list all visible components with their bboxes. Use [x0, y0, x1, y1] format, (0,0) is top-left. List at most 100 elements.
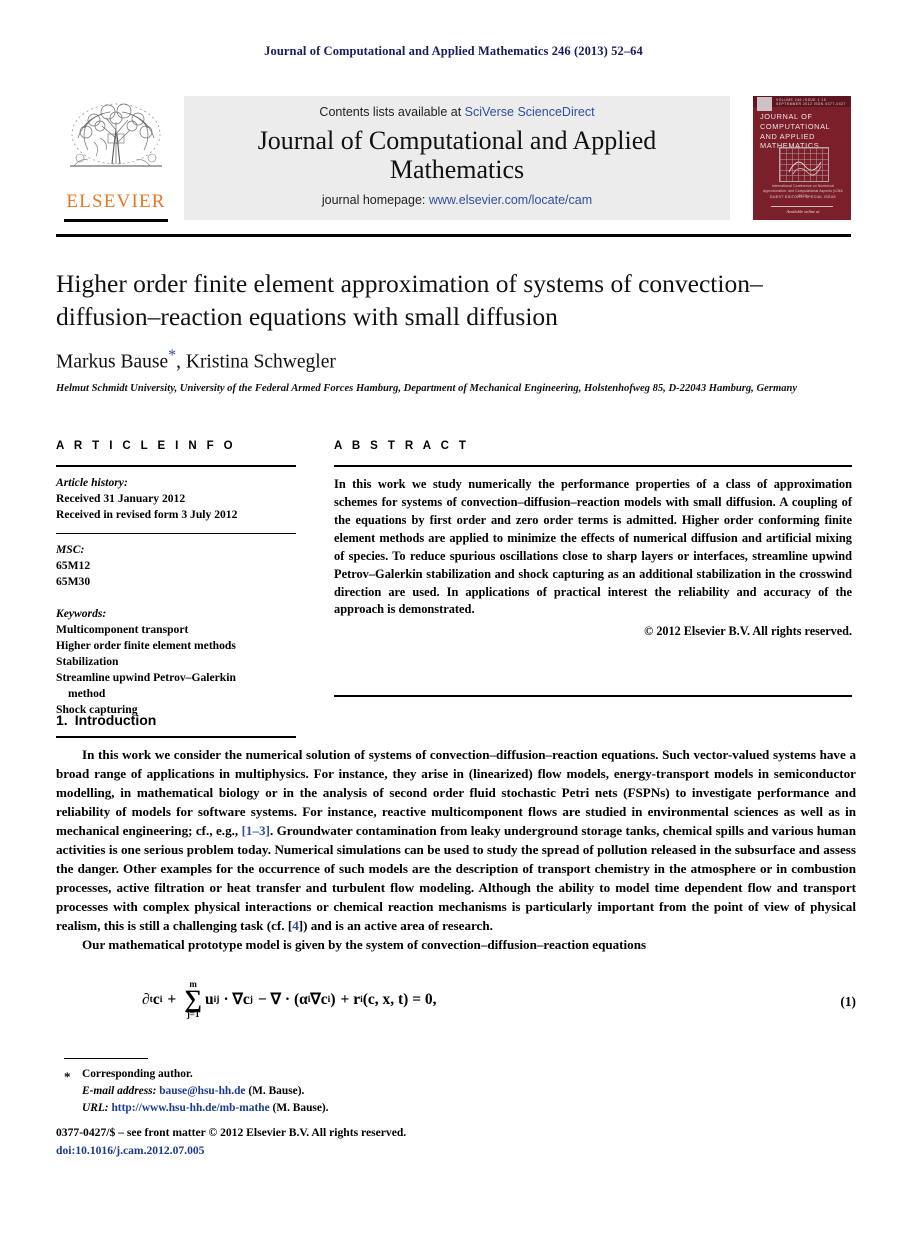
contents-prefix: Contents lists available at — [319, 105, 465, 119]
title-block: Higher order finite element approximatio… — [56, 268, 856, 396]
keyword-item: Multicomponent transport — [56, 623, 189, 637]
footnote-email-line: E-mail address: bause@hsu-hh.de (M. Baus… — [82, 1083, 564, 1100]
paragraph-1-part-c: ]) and is an active area of research. — [298, 918, 493, 934]
eq-summation: m ∑ j=1 — [184, 980, 202, 1019]
keyword-item: Higher order finite element methods — [56, 639, 236, 653]
abstract-text: In this work we study numerically the pe… — [334, 476, 852, 617]
running-head: Journal of Computational and Applied Mat… — [264, 44, 643, 58]
article-info-heading: A R T I C L E I N F O — [56, 440, 237, 452]
msc-code-1: 65M12 — [56, 559, 91, 573]
paragraph-1: In this work we consider the numerical s… — [56, 745, 856, 935]
footnote-url-line: URL: http://www.hsu-hh.de/mb-mathe (M. B… — [82, 1100, 564, 1117]
keywords-label: Keywords: — [56, 607, 107, 621]
msc-label: MSC: — [56, 543, 85, 557]
eq-close-paren: ) — [330, 990, 336, 1008]
author-list: Markus Bause*, Kristina Schwegler — [56, 347, 856, 374]
article-info-rule-top — [56, 465, 296, 467]
article-history-label: Article history: — [56, 475, 128, 489]
keywords-block: Keywords: Multicomponent transport Highe… — [56, 606, 296, 718]
equation-row-1: ∂ t c i + m ∑ j=1 u ij · ∇c j − ∇ · (α i ∇c i) +… — [56, 972, 856, 1034]
msc-block: MSC: 65M12 65M30 — [56, 542, 296, 590]
eq-sum-lower: j=1 — [186, 1009, 200, 1020]
eq-grad-c: ∇c — [310, 991, 328, 1009]
paragraph-2: Our mathematical prototype model is give… — [82, 937, 647, 953]
eq-alpha: α — [299, 990, 308, 1008]
masthead-center-panel: Contents lists available at SciVerse Sci… — [184, 96, 730, 220]
cover-caption-secondary: GUEST EDITORS: SPECIAL ISSUE — [769, 195, 837, 199]
journal-masthead: ELSEVIER Contents lists available at Sci… — [56, 96, 851, 224]
cover-curve-graphic — [788, 161, 822, 176]
article-info-rule-bottom — [56, 735, 296, 738]
footnote-email-attribution: (M. Bause). — [248, 1085, 305, 1098]
keyword-item: Stabilization — [56, 655, 119, 669]
abstract-rule-bottom — [334, 695, 852, 698]
article-history-block: Article history: Received 31 January 201… — [56, 475, 296, 523]
abstract-rule-top — [334, 465, 852, 467]
elsevier-tree-icon — [64, 98, 168, 190]
article-history-received: Received 31 January 2012 — [56, 491, 186, 505]
corresponding-author-marker[interactable]: * — [168, 347, 176, 364]
msc-code-2: 65M30 — [56, 575, 91, 589]
cover-elsevier-mark-icon — [757, 97, 772, 111]
doi-link[interactable]: doi:10.1016/j.cam.2012.07.005 — [56, 1142, 656, 1160]
eq-u-sub: ij — [213, 994, 220, 1005]
elsevier-logo: ELSEVIER — [56, 96, 176, 222]
author-secondary: , Kristina Schwegler — [176, 351, 336, 373]
footnote-email-link[interactable]: bause@hsu-hh.de — [159, 1085, 245, 1097]
cover-divider — [771, 206, 833, 207]
journal-cover-thumbnail[interactable]: VOLUME 246 ISSUE 1 15 SEPTEMBER 2012 ISS… — [753, 96, 851, 220]
abstract-heading: A B S T R A C T — [334, 440, 470, 452]
abstract-copyright: © 2012 Elsevier B.V. All rights reserved… — [644, 624, 852, 639]
eq-dt: ∂ — [142, 990, 150, 1008]
elsevier-wordmark: ELSEVIER — [66, 191, 166, 212]
footnote-marker: * — [64, 1069, 71, 1084]
footnote-block: * Corresponding author. E-mail address: … — [64, 1066, 564, 1117]
eq-cj-sub: j — [249, 994, 253, 1005]
footnote-rule — [64, 1058, 148, 1060]
article-history-revised: Received in revised form 3 July 2012 — [56, 507, 238, 521]
introduction-body: In this work we consider the numerical s… — [56, 745, 856, 955]
article-info-column: A R T I C L E I N F O Article history: R… — [56, 440, 296, 738]
elsevier-rule — [64, 219, 168, 222]
eq-u: u — [205, 990, 214, 1008]
eq-plus-r: + r — [340, 990, 361, 1008]
affiliation: Helmut Schmidt University, University of… — [56, 382, 798, 394]
front-matter-line: 0377-0427/$ – see front matter © 2012 El… — [56, 1126, 407, 1139]
article-info-rule-mid — [56, 532, 296, 535]
tree-svg — [70, 103, 162, 167]
keyword-item: Streamline upwind Petrov–Galerkin — [56, 671, 236, 685]
abstract-column: A B S T R A C T In this work we study nu… — [334, 440, 852, 698]
footnote-url-link[interactable]: http://www.hsu-hh.de/mb-mathe — [111, 1102, 269, 1114]
author-primary: Markus Bause — [56, 351, 169, 373]
citation-link-1[interactable]: [1–3] — [242, 823, 270, 838]
journal-homepage-line: journal homepage: www.elsevier.com/locat… — [184, 193, 730, 207]
equation-number: (1) — [840, 994, 856, 1009]
paragraph-1-part-b: . Groundwater contamination from leaky u… — [56, 823, 856, 934]
sciencedirect-link[interactable]: SciVerse ScienceDirect — [465, 105, 595, 119]
keyword-item-continuation: method — [68, 687, 106, 701]
cover-title: JOURNAL OF COMPUTATIONAL AND APPLIED MAT… — [760, 112, 831, 151]
footnote-lines: Corresponding author. E-mail address: ba… — [64, 1066, 564, 1117]
eq-c-sub: i — [159, 994, 163, 1005]
masthead-bottom-rule — [56, 234, 851, 237]
homepage-prefix: journal homepage: — [321, 193, 429, 208]
footnote-url-label: URL: — [82, 1102, 109, 1115]
eq-plus: + — [167, 990, 177, 1008]
footnote-corresponding-author: Corresponding author. — [82, 1068, 193, 1080]
equation-1: ∂ t c i + m ∑ j=1 u ij · ∇c j − ∇ · (α i ∇c i) +… — [142, 980, 437, 1019]
paper-page: Journal of Computational and Applied Mat… — [0, 0, 907, 1238]
cover-topbar-text: VOLUME 246 ISSUE 1 15 SEPTEMBER 2012 ISS… — [776, 98, 846, 106]
page-title: Higher order finite element approximatio… — [56, 269, 763, 331]
journal-homepage-link[interactable]: www.elsevier.com/locate/cam — [429, 193, 592, 207]
footnote-email-label: E-mail address: — [82, 1085, 157, 1098]
bottom-matter: 0377-0427/$ – see front matter © 2012 El… — [56, 1124, 656, 1160]
contents-available-line: Contents lists available at SciVerse Sci… — [184, 105, 730, 119]
section-number: 1. — [56, 712, 68, 728]
cover-footer: Available online at — [786, 209, 820, 214]
eq-c: c — [152, 990, 160, 1008]
journal-title: Journal of Computational and Applied Mat… — [257, 126, 657, 185]
eq-args: (c, x, t) = 0, — [362, 990, 437, 1008]
footnote-url-attribution: (M. Bause). — [272, 1102, 329, 1115]
section-heading-introduction: 1. Introduction — [56, 712, 156, 728]
section-title: Introduction — [74, 712, 157, 728]
